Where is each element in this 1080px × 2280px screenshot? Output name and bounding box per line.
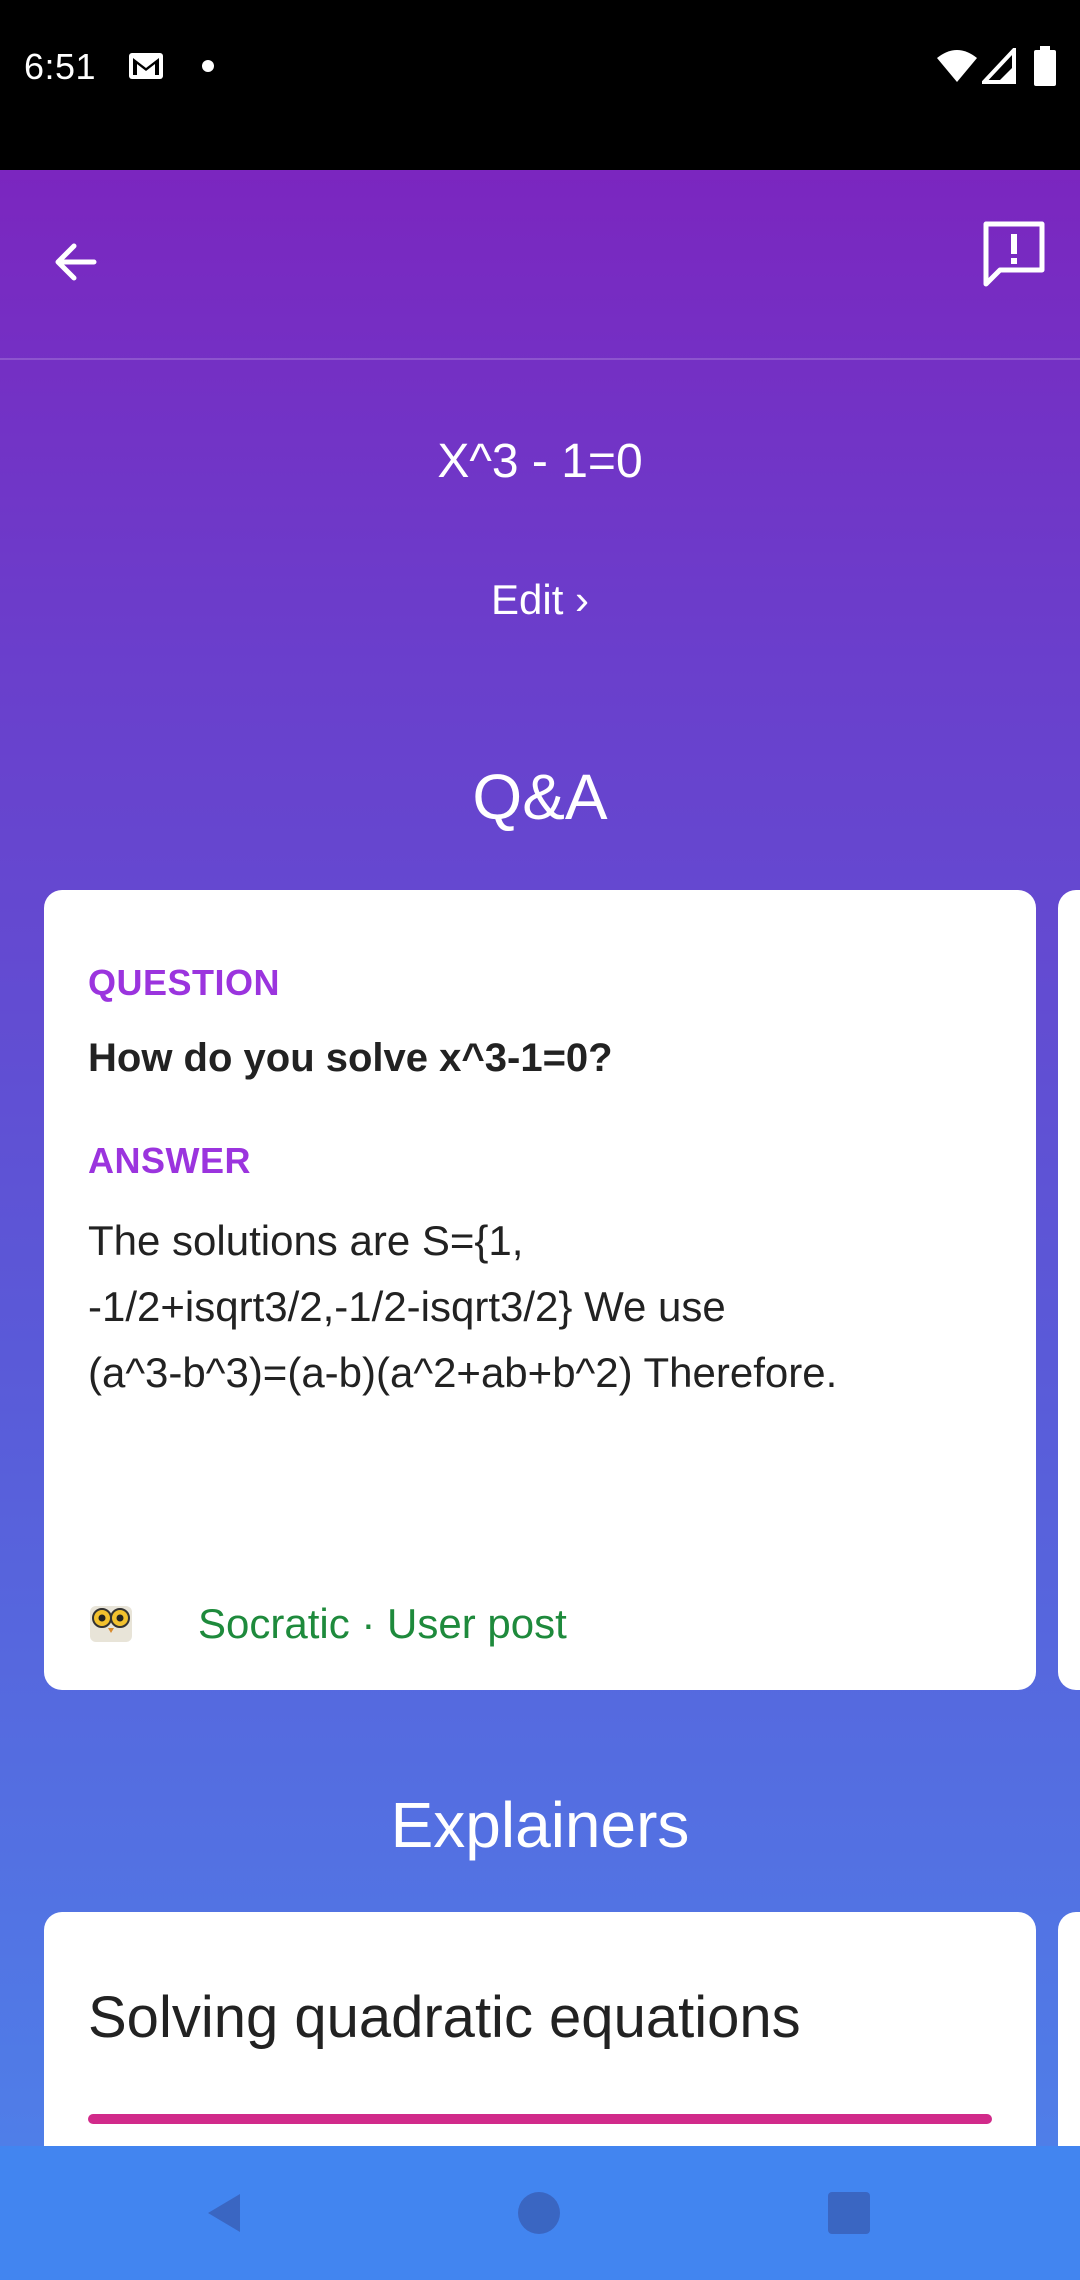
back-button[interactable] xyxy=(36,222,116,302)
wifi-icon xyxy=(937,50,977,82)
answer-text: The solutions are S={1, -1/2+isqrt3/2,-1… xyxy=(88,1208,988,1406)
navigation-bar xyxy=(0,2146,1080,2280)
signal-icon xyxy=(982,48,1016,84)
explainer-title: Solving quadratic equations xyxy=(88,1985,801,2050)
qa-card[interactable]: QUESTION How do you solve x^3-1=0? ANSWE… xyxy=(44,890,1036,1690)
nav-back-icon[interactable] xyxy=(200,2188,250,2238)
owl-icon xyxy=(90,1606,132,1642)
status-time: 6:51 xyxy=(24,46,97,87)
qa-section-title: Q&A xyxy=(472,761,608,833)
feedback-icon xyxy=(983,221,1045,287)
answer-line: (a^3-b^3)=(a-b)(a^2+ab+b^2) Therefore. xyxy=(88,1349,838,1396)
arrow-back-icon xyxy=(55,243,97,281)
equation-text: X^3 - 1=0 xyxy=(437,435,643,488)
answer-label: ANSWER xyxy=(88,1140,251,1181)
nav-home-icon[interactable] xyxy=(518,2192,560,2234)
feedback-button[interactable] xyxy=(974,214,1054,294)
explainer-card-next[interactable] xyxy=(1058,1912,1080,2146)
answer-line: The solutions are S={1, xyxy=(88,1217,524,1264)
qa-card-next[interactable] xyxy=(1058,890,1080,1690)
question-label: QUESTION xyxy=(88,962,281,1003)
gmail-icon xyxy=(129,53,163,79)
answer-line: -1/2+isqrt3/2,-1/2-isqrt3/2} We use xyxy=(88,1283,726,1330)
status-bar: 6:51 xyxy=(0,0,1080,170)
notification-dot-icon xyxy=(202,60,214,72)
main-content[interactable]: X^3 - 1=0 Edit › Q&A QUESTION How do you… xyxy=(0,170,1080,2146)
app-bar xyxy=(0,170,1080,360)
question-text: How do you solve x^3-1=0? xyxy=(88,1036,613,1080)
explainer-card[interactable]: Solving quadratic equations xyxy=(44,1912,1036,2146)
battery-icon xyxy=(1034,46,1056,86)
nav-recents-icon[interactable] xyxy=(828,2192,870,2234)
source-text: Socratic · User post xyxy=(198,1600,567,1647)
explainers-section-title: Explainers xyxy=(390,1789,690,1861)
explainer-accent-bar xyxy=(88,2114,992,2124)
edit-button[interactable]: Edit › xyxy=(0,576,1080,624)
